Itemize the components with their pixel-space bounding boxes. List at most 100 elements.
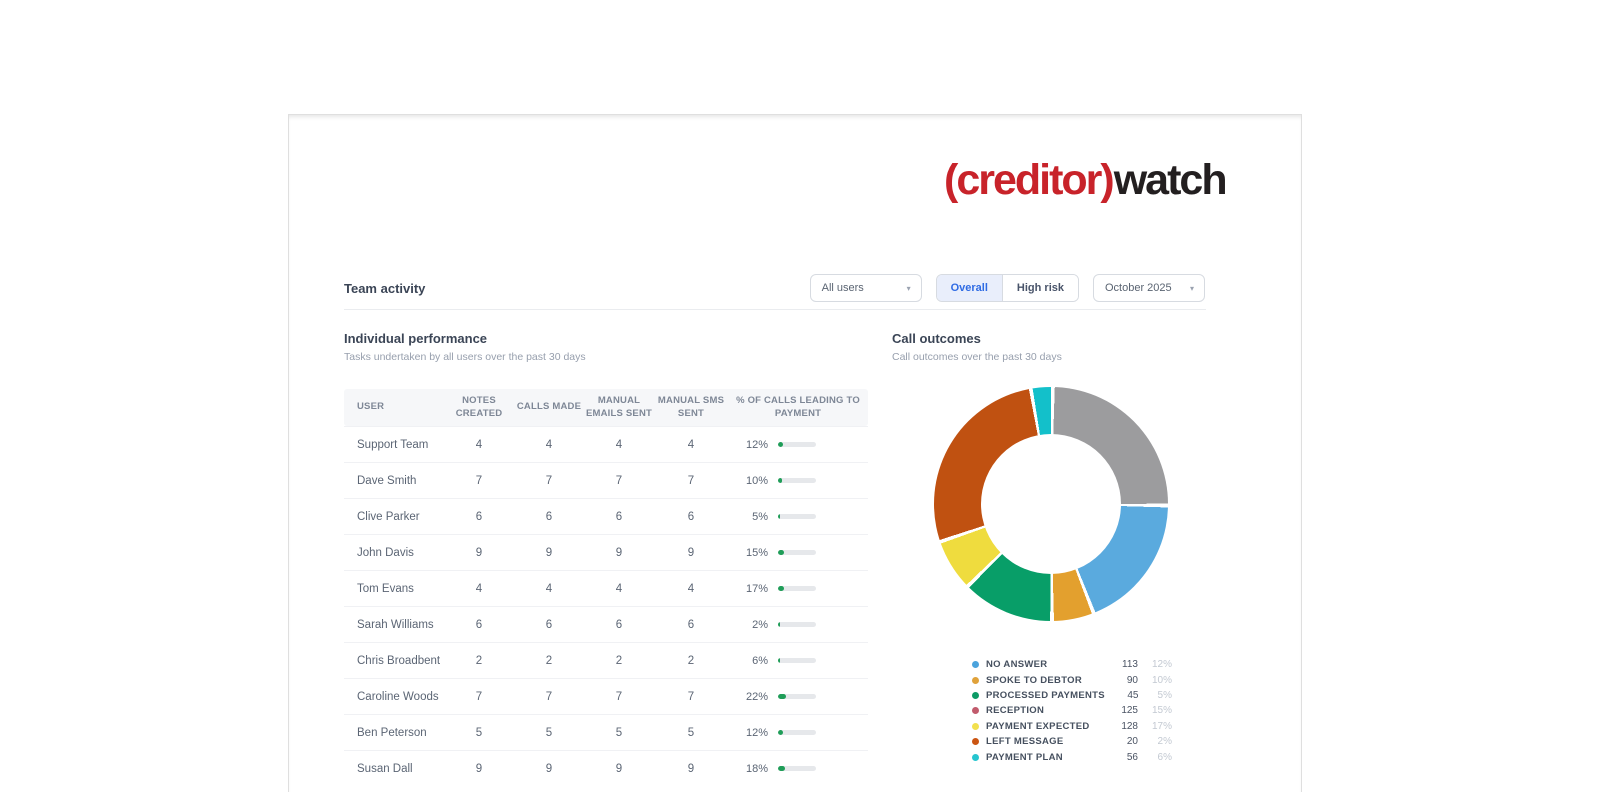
calls-to-payment-cell: 17% bbox=[728, 583, 868, 595]
column-header-notes: Notes created bbox=[455, 394, 503, 419]
progress-bar bbox=[778, 694, 816, 699]
user-name: Dave Smith bbox=[357, 474, 417, 487]
chevron-down-icon: ▾ bbox=[906, 283, 911, 293]
performance-table: User Notes created Calls made Manual ema… bbox=[344, 389, 868, 786]
call-outcomes-section: Call outcomes Call outcomes over the pas… bbox=[892, 331, 1212, 763]
sms-sent-value: 6 bbox=[687, 618, 695, 631]
progress-bar bbox=[778, 514, 816, 519]
calls-made-value: 6 bbox=[545, 510, 553, 523]
user-name: Clive Parker bbox=[357, 510, 420, 523]
legend-percent: 6% bbox=[1157, 751, 1172, 763]
progress-fill bbox=[778, 694, 786, 699]
progress-bar bbox=[778, 586, 816, 591]
progress-bar bbox=[778, 478, 816, 483]
sms-sent-value: 5 bbox=[687, 726, 695, 739]
sms-sent-value: 6 bbox=[687, 510, 695, 523]
legend-count: 113 bbox=[1122, 659, 1138, 671]
call-outcomes-legend: NO ANSWER 113 12% SPOKE TO DEBTOR 90 10% PROCE… bbox=[972, 657, 1172, 765]
calls-to-payment-cell: 18% bbox=[728, 763, 868, 775]
notes-created-value: 7 bbox=[475, 690, 483, 703]
column-header-user: User bbox=[357, 401, 385, 413]
legend-row: NO ANSWER 113 12% bbox=[972, 657, 1172, 672]
calls-to-payment-cell: 10% bbox=[728, 475, 868, 487]
calls-made-value: 9 bbox=[545, 546, 553, 559]
calls-to-payment-cell: 5% bbox=[728, 511, 868, 523]
table-row: Susan Dall 9 9 9 9 18% bbox=[344, 750, 868, 786]
percent-value: 2% bbox=[752, 618, 768, 631]
legend-percent: 10% bbox=[1151, 674, 1172, 686]
percent-value: 6% bbox=[752, 654, 768, 667]
legend-row: RECEPTION 125 15% bbox=[972, 703, 1172, 718]
column-header-emails: Manual emails sent bbox=[585, 394, 653, 419]
emails-sent-value: 4 bbox=[615, 582, 623, 595]
legend-dot-icon bbox=[972, 738, 979, 746]
sms-sent-value: 9 bbox=[687, 762, 695, 775]
progress-fill bbox=[778, 514, 780, 519]
percent-value: 12% bbox=[745, 726, 768, 739]
legend-row: PROCESSED PAYMENTS 45 5% bbox=[972, 688, 1172, 703]
legend-label: PAYMENT EXPECTED bbox=[986, 720, 1090, 732]
legend-percent: 17% bbox=[1151, 720, 1172, 732]
chevron-down-icon: ▾ bbox=[1189, 283, 1194, 293]
section-subtitle: Tasks undertaken by all users over the p… bbox=[344, 351, 586, 363]
legend-count: 128 bbox=[1121, 720, 1138, 732]
individual-performance-section: Individual performance Tasks undertaken … bbox=[344, 331, 868, 786]
emails-sent-value: 7 bbox=[615, 690, 623, 703]
table-row: Sarah Williams 6 6 6 6 2% bbox=[344, 606, 868, 642]
month-filter-select[interactable]: October 2025 ▾ bbox=[1093, 274, 1205, 302]
legend-dot-icon bbox=[972, 661, 979, 669]
toolbar-divider bbox=[344, 309, 1206, 310]
sms-sent-value: 9 bbox=[687, 546, 695, 559]
legend-percent: 15% bbox=[1151, 705, 1172, 717]
percent-value: 5% bbox=[752, 510, 768, 523]
calls-made-value: 4 bbox=[545, 582, 553, 595]
legend-row: LEFT MESSAGE 20 2% bbox=[972, 734, 1172, 749]
toggle-overall[interactable]: Overall bbox=[936, 275, 1002, 301]
table-row: John Davis 9 9 9 9 15% bbox=[344, 534, 868, 570]
users-filter-select[interactable]: All users ▾ bbox=[809, 274, 922, 302]
notes-created-value: 2 bbox=[475, 654, 483, 667]
calls-to-payment-cell: 2% bbox=[728, 619, 868, 631]
progress-bar bbox=[778, 550, 816, 555]
legend-dot-icon bbox=[972, 707, 979, 715]
notes-created-value: 9 bbox=[475, 546, 483, 559]
legend-label: PAYMENT PLAN bbox=[986, 751, 1063, 763]
filter-group: All users ▾ Overall High risk October 20… bbox=[809, 274, 1205, 302]
sms-sent-value: 2 bbox=[687, 654, 695, 667]
emails-sent-value: 9 bbox=[615, 762, 623, 775]
calls-to-payment-cell: 22% bbox=[728, 691, 868, 703]
legend-row: PAYMENT PLAN 56 6% bbox=[972, 749, 1172, 764]
progress-fill bbox=[778, 658, 780, 663]
calls-made-value: 9 bbox=[545, 762, 553, 775]
table-row: Caroline Woods 7 7 7 7 22% bbox=[344, 678, 868, 714]
notes-created-value: 9 bbox=[475, 762, 483, 775]
legend-count: 20 bbox=[1126, 736, 1138, 748]
legend-label: RECEPTION bbox=[986, 705, 1045, 717]
percent-value: 15% bbox=[745, 546, 768, 559]
calls-made-value: 7 bbox=[545, 474, 553, 487]
legend-count: 56 bbox=[1126, 751, 1138, 763]
percent-value: 18% bbox=[745, 762, 768, 775]
progress-fill bbox=[778, 478, 782, 483]
progress-bar bbox=[778, 766, 816, 771]
legend-dot-icon bbox=[972, 753, 979, 761]
calls-made-value: 4 bbox=[545, 438, 553, 451]
notes-created-value: 4 bbox=[475, 582, 483, 595]
performance-table-header: User Notes created Calls made Manual ema… bbox=[344, 389, 868, 426]
emails-sent-value: 6 bbox=[615, 618, 623, 631]
legend-count: 90 bbox=[1126, 674, 1138, 686]
user-name: Sarah Williams bbox=[357, 618, 434, 631]
emails-sent-value: 2 bbox=[615, 654, 623, 667]
table-row: Chris Broadbent 2 2 2 2 6% bbox=[344, 642, 868, 678]
toggle-high-risk[interactable]: High risk bbox=[1001, 275, 1078, 301]
creditorwatch-logo: (creditor)watch bbox=[944, 159, 1228, 202]
call-outcomes-donut bbox=[934, 387, 1168, 621]
table-row: Clive Parker 6 6 6 6 5% bbox=[344, 498, 868, 534]
legend-dot-icon bbox=[972, 676, 979, 684]
user-name: Ben Peterson bbox=[357, 726, 427, 739]
calls-made-value: 6 bbox=[545, 618, 553, 631]
calls-made-value: 7 bbox=[545, 690, 553, 703]
team-activity-toolbar: Team activity All users ▾ Overall High r… bbox=[344, 273, 1205, 303]
percent-value: 22% bbox=[745, 690, 768, 703]
notes-created-value: 6 bbox=[475, 618, 483, 631]
